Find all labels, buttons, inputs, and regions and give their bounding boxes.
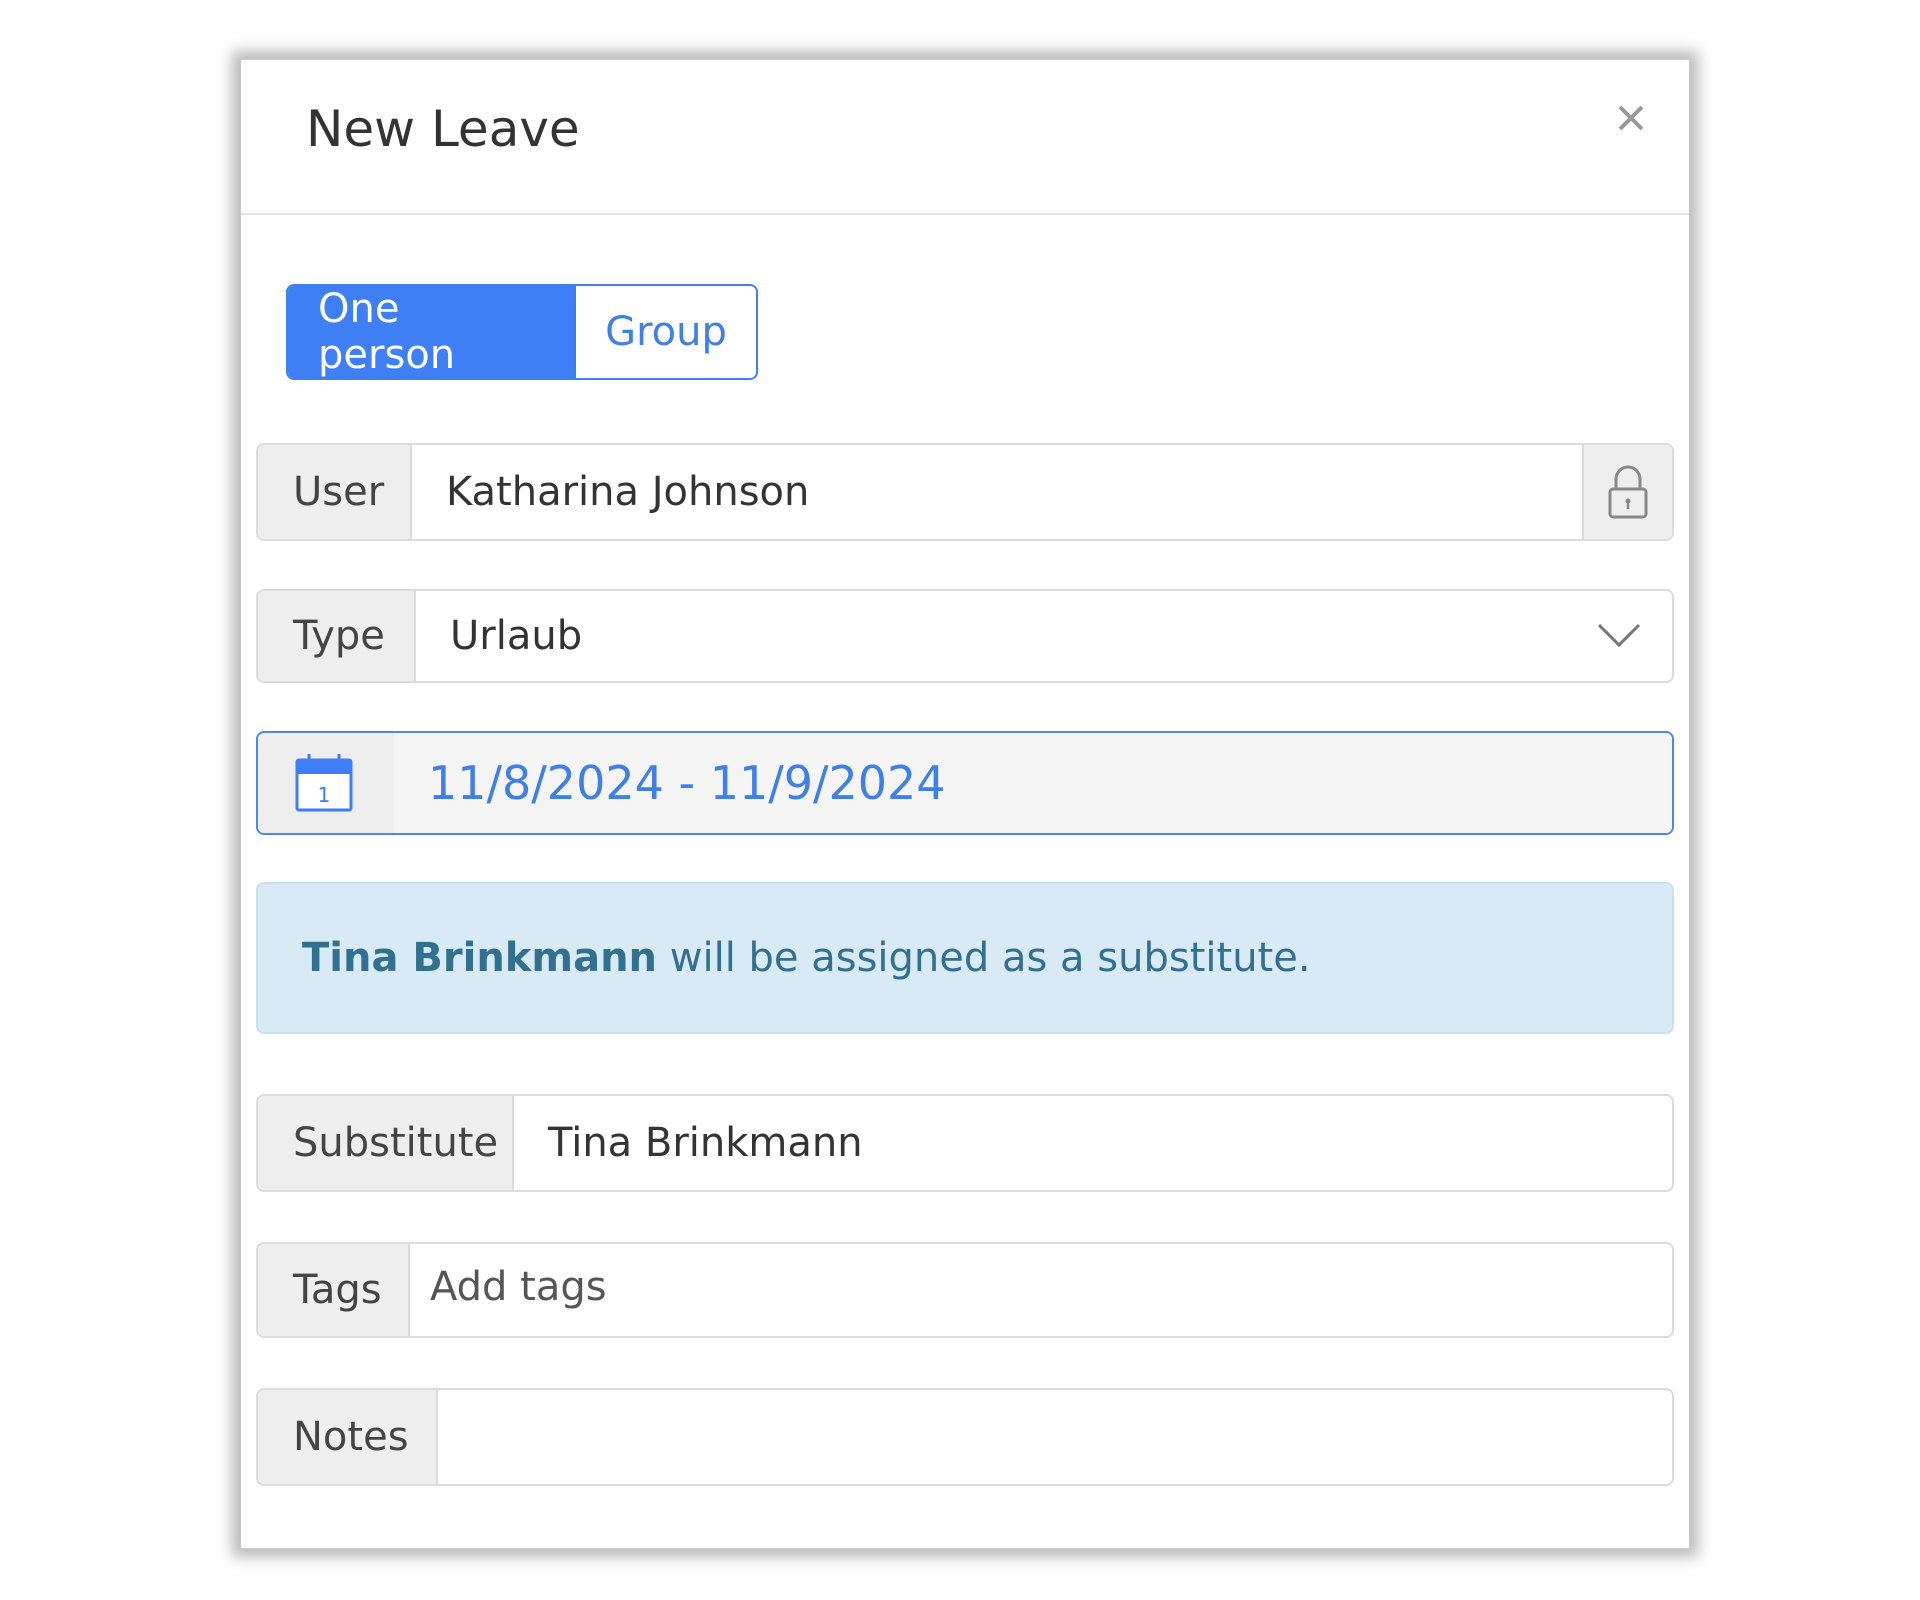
notes-label: Notes [258, 1390, 438, 1484]
new-leave-modal: New Leave One person Group User Katharin… [240, 59, 1690, 1549]
notes-field: Notes [256, 1388, 1674, 1486]
alert-substitute-name: Tina Brinkmann [302, 935, 658, 981]
date-range-value[interactable]: 11/8/2024 - 11/9/2024 [394, 733, 1672, 833]
modal-title: New Leave [306, 100, 580, 158]
calendar-icon[interactable]: 1 [258, 733, 394, 833]
type-value[interactable]: Urlaub [416, 591, 1672, 681]
chevron-down-icon[interactable] [1596, 613, 1642, 659]
notes-input[interactable] [438, 1390, 1672, 1484]
substitute-info-alert: Tina Brinkmann will be assigned as a sub… [256, 882, 1674, 1034]
user-label: User [258, 445, 412, 539]
lock-icon[interactable] [1582, 445, 1672, 539]
one-person-button[interactable]: One person [288, 286, 574, 378]
mode-toggle: One person Group [286, 284, 758, 380]
tags-input[interactable] [430, 1264, 1672, 1310]
substitute-label: Substitute [258, 1096, 514, 1190]
substitute-field: Substitute Tina Brinkmann [256, 1094, 1674, 1192]
calendar-day-number: 1 [318, 783, 331, 807]
alert-message: will be assigned as a substitute. [657, 935, 1311, 981]
user-field: User Katharina Johnson [256, 443, 1674, 541]
modal-header: New Leave [241, 60, 1689, 215]
type-label: Type [258, 591, 416, 681]
substitute-input[interactable]: Tina Brinkmann [514, 1096, 1672, 1190]
tags-field: Tags [256, 1242, 1674, 1338]
type-select[interactable]: Type Urlaub [256, 589, 1674, 683]
date-range-picker[interactable]: 1 11/8/2024 - 11/9/2024 [256, 731, 1674, 835]
user-input[interactable]: Katharina Johnson [412, 445, 1582, 539]
tags-input-wrapper[interactable] [410, 1244, 1672, 1336]
tags-label: Tags [258, 1244, 410, 1336]
close-icon[interactable] [1611, 98, 1651, 138]
type-selected-value: Urlaub [450, 613, 583, 659]
group-button[interactable]: Group [574, 286, 756, 378]
